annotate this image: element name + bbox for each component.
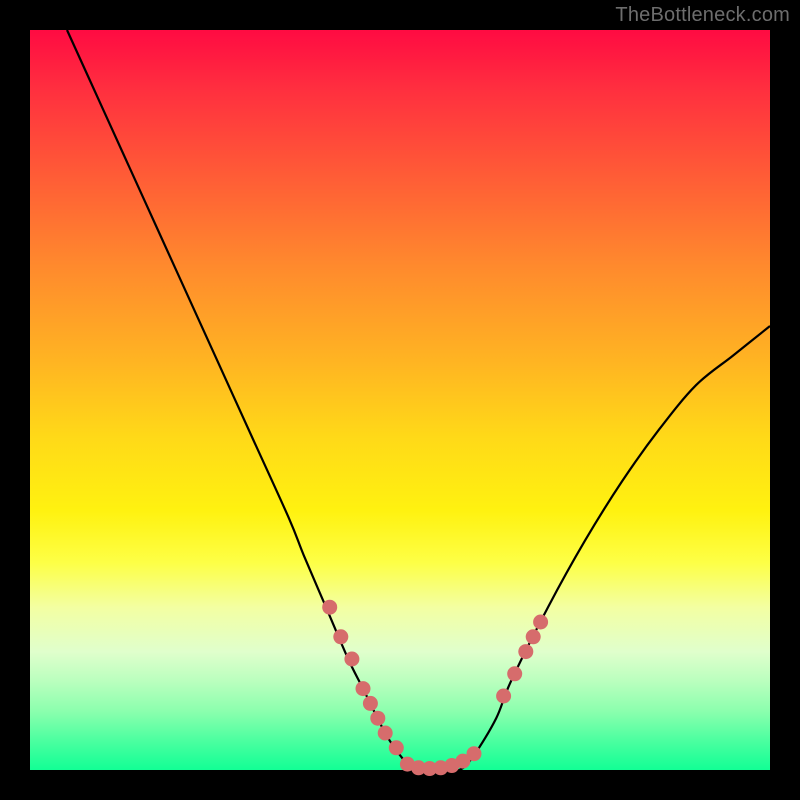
marker-dot	[356, 681, 371, 696]
bottleneck-curve-svg	[30, 30, 770, 770]
marker-dot	[344, 652, 359, 667]
marker-dot	[518, 644, 533, 659]
marker-dot	[370, 711, 385, 726]
marker-dot	[378, 726, 393, 741]
marker-dot	[533, 615, 548, 630]
marker-dot	[467, 746, 482, 761]
marker-dot	[322, 600, 337, 615]
bottleneck-curve-path	[67, 30, 770, 771]
marker-dot	[389, 740, 404, 755]
plot-area	[30, 30, 770, 770]
marker-dot	[333, 629, 348, 644]
marker-dot	[496, 689, 511, 704]
watermark-text: TheBottleneck.com	[615, 4, 790, 27]
marker-dot	[526, 629, 541, 644]
chart-frame: TheBottleneck.com	[0, 0, 800, 800]
marker-dot	[507, 666, 522, 681]
marker-dot	[363, 696, 378, 711]
